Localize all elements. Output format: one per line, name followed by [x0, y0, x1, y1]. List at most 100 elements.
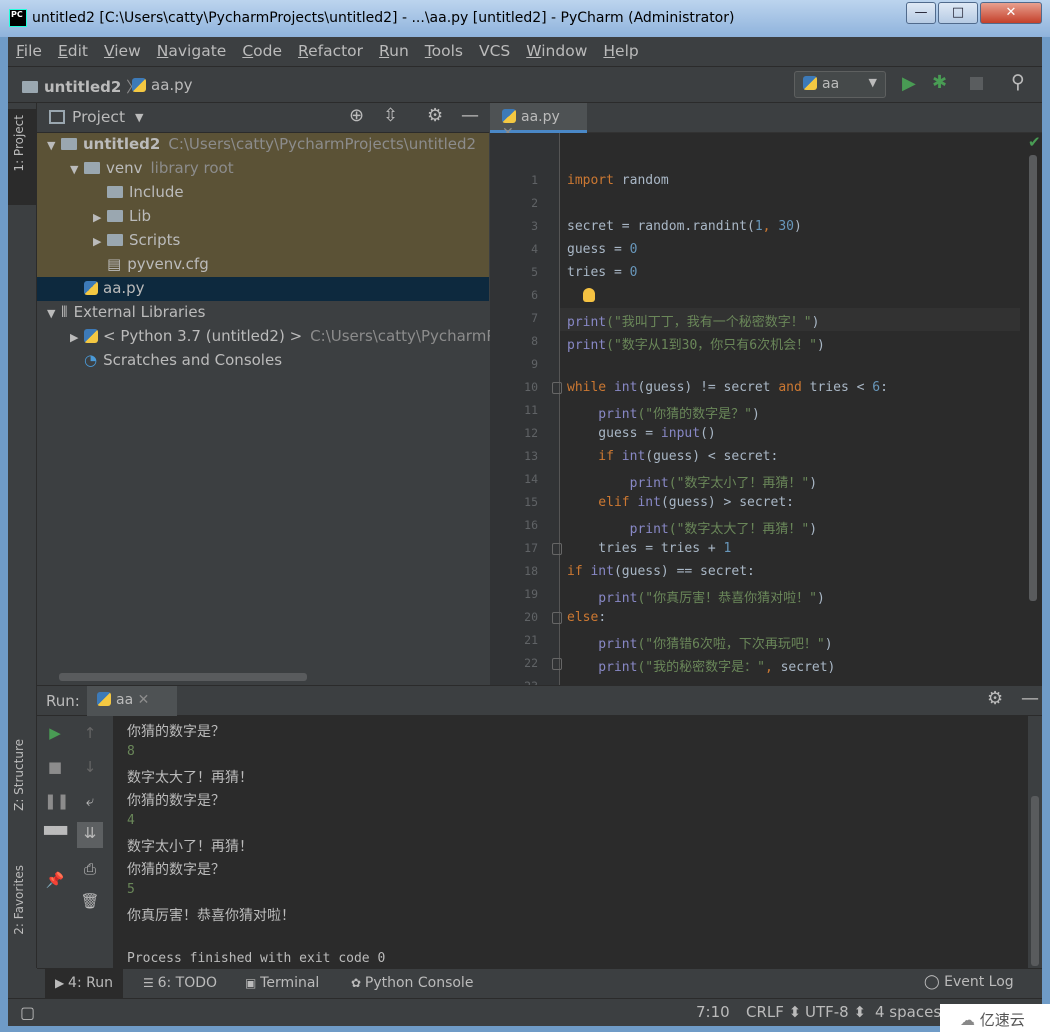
run-tab-aa[interactable]: aa ✕ — [87, 686, 177, 716]
code-area[interactable]: import random secret = random.randint(1, … — [490, 103, 1042, 685]
gear-icon[interactable]: ⚙ — [987, 688, 1003, 709]
scroll-to-end-icon[interactable]: ⇊ — [77, 822, 103, 848]
code-line[interactable]: print("数字从1到30，你只有6次机会！") — [567, 334, 825, 353]
menu-edit[interactable]: Edit — [50, 37, 96, 65]
maximize-button[interactable]: □ — [938, 2, 978, 24]
code-line[interactable]: guess = 0 — [567, 242, 637, 257]
file-encoding[interactable]: UTF-8 ⬍ — [805, 1003, 866, 1021]
tab-run[interactable]: ▶ 4: Run — [45, 969, 123, 999]
menu-run[interactable]: Run — [371, 37, 417, 65]
run-configuration-dropdown[interactable]: aa ▼ — [794, 71, 886, 98]
code-line[interactable]: elif int(guess) > secret: — [567, 495, 794, 510]
tree-item[interactable]: ▶ Lib — [37, 205, 489, 229]
hide-panel-icon[interactable]: — — [1021, 688, 1039, 709]
code-line[interactable]: print("数字太小了！再猜！") — [567, 472, 817, 491]
stop-icon[interactable]: ■ — [44, 758, 66, 780]
minimize-button[interactable]: — — [906, 2, 936, 24]
expand-right-icon[interactable]: ▶ — [93, 211, 107, 224]
code-line[interactable]: if int(guess) < secret: — [567, 449, 778, 464]
tab-terminal[interactable]: ▣ Terminal — [235, 969, 329, 999]
run-console-output[interactable]: 你猜的数字是？ 8 数字太大了！再猜！ 你猜的数字是？ 4 数字太小了！再猜！ 你猜的数字是… — [113, 716, 1028, 969]
expand-down-icon[interactable]: ▼ — [47, 139, 61, 152]
fold-marker-icon[interactable] — [552, 658, 562, 670]
collapse-all-icon[interactable]: ⇳ — [383, 105, 398, 126]
code-line[interactable]: secret = random.randint(1, 30) — [567, 219, 802, 234]
tree-item[interactable]: ▼ ⦀ External Libraries — [37, 301, 489, 325]
horizontal-scrollbar[interactable] — [59, 673, 307, 681]
code-line[interactable]: print("我的秘密数字是：", secret) — [567, 656, 835, 675]
toggle-tool-windows-icon[interactable]: ▢ — [20, 1003, 35, 1022]
code-line[interactable]: print("我叫丁丁，我有一个秘密数字！") — [567, 311, 819, 330]
tree-item[interactable]: ◔ Scratches and Consoles — [37, 349, 489, 373]
line-separator[interactable]: CRLF ⬍ — [746, 1003, 801, 1021]
tab-project[interactable]: 1: Project — [12, 115, 26, 172]
tab-favorites[interactable]: 2: Favorites — [12, 865, 26, 935]
menu-file[interactable]: File — [8, 37, 50, 65]
close-button[interactable]: ✕ — [980, 2, 1042, 24]
menu-mnemonic: N — [156, 42, 169, 60]
code-line[interactable]: print("你猜错6次啦，下次再玩吧！") — [567, 633, 832, 652]
tree-item[interactable]: aa.py — [37, 277, 489, 301]
code-line[interactable]: guess = input() — [567, 426, 715, 441]
tab-python-console[interactable]: ✿ Python Console — [341, 969, 483, 999]
menu-code[interactable]: Code — [234, 37, 290, 65]
fold-marker-icon[interactable] — [552, 382, 562, 394]
close-tab-icon[interactable]: ✕ — [138, 692, 150, 708]
menu-navigate[interactable]: Navigate — [149, 37, 235, 65]
tree-item[interactable]: ▤ pyvenv.cfg — [37, 253, 489, 277]
breadcrumb-project[interactable]: untitled2 〉 — [22, 76, 141, 97]
gear-icon[interactable]: ⚙ — [427, 105, 443, 126]
menu-refactor[interactable]: Refactor — [290, 37, 371, 65]
debug-bug-icon[interactable]: ✱ — [932, 72, 947, 93]
tree-item[interactable]: ▼ untitled2 C:\Users\catty\PycharmProjects… — [37, 133, 489, 157]
menu-view[interactable]: View — [96, 37, 149, 65]
code-line[interactable]: print("你猜的数字是？") — [567, 403, 759, 422]
fold-marker-icon[interactable] — [552, 543, 562, 555]
expand-down-icon[interactable]: ▼ — [47, 307, 61, 320]
rerun-icon[interactable]: ▶ — [44, 724, 66, 746]
breadcrumb-file[interactable]: aa.py — [132, 76, 193, 94]
soft-wrap-icon[interactable]: ⤶ — [79, 792, 101, 814]
run-icon[interactable]: ▶ — [902, 73, 916, 94]
down-arrow-icon[interactable]: ↓ — [79, 758, 101, 780]
menu-vcs[interactable]: VCS — [471, 37, 518, 65]
expand-right-icon[interactable]: ▶ — [93, 235, 107, 248]
code-line[interactable]: tries = tries + 1 — [567, 541, 731, 556]
console-scrollbar[interactable] — [1031, 796, 1039, 966]
code-line[interactable]: print("你真厉害！恭喜你猜对啦！") — [567, 587, 824, 606]
chevron-down-icon[interactable]: ▼ — [135, 111, 143, 124]
trash-icon[interactable]: 🗑 — [79, 892, 101, 914]
caret-position[interactable]: 7:10 — [696, 1003, 730, 1021]
tree-item[interactable]: ▶ Scripts — [37, 229, 489, 253]
up-arrow-icon[interactable]: ↑ — [79, 724, 101, 746]
lightbulb-icon[interactable] — [583, 288, 595, 302]
tree-item[interactable]: ▶ < Python 3.7 (untitled2) > C:\Users\catt… — [37, 325, 501, 349]
menu-help[interactable]: Help — [595, 37, 646, 65]
stop-icon[interactable] — [970, 77, 983, 90]
expand-right-icon[interactable]: ▶ — [70, 331, 84, 344]
code-line[interactable]: print("数字太大了！再猜！") — [567, 518, 817, 537]
menu-window[interactable]: Window — [518, 37, 595, 65]
project-panel-title[interactable]: Project — [72, 108, 125, 126]
tab-todo[interactable]: ☰ 6: TODO — [133, 969, 227, 999]
tree-item[interactable]: Include — [37, 181, 489, 205]
code-line[interactable]: while int(guess) != secret and tries < 6… — [567, 380, 888, 395]
code-line[interactable]: import random — [567, 173, 669, 188]
event-log-button[interactable]: ◯ Event Log — [914, 968, 1024, 998]
tab-structure[interactable]: Z: Structure — [12, 739, 26, 811]
print-icon[interactable]: ⎙ — [79, 860, 101, 882]
tree-item[interactable]: ▼ venv library root — [37, 157, 489, 181]
layout-icon[interactable]: ▀▀ — [44, 826, 67, 848]
pause-icon[interactable]: ❚❚ — [44, 792, 69, 814]
search-icon[interactable]: ⚲ — [1011, 71, 1025, 93]
expand-down-icon[interactable]: ▼ — [70, 163, 84, 176]
pin-icon[interactable]: 📌 — [44, 871, 66, 893]
code-line[interactable]: tries = 0 — [567, 265, 637, 280]
menu-tools[interactable]: Tools — [417, 37, 471, 65]
locate-target-icon[interactable]: ⊕ — [349, 105, 364, 126]
code-line[interactable]: if int(guess) == secret: — [567, 564, 755, 579]
hide-panel-icon[interactable]: — — [461, 105, 479, 126]
fold-marker-icon[interactable] — [552, 612, 562, 624]
code-line[interactable]: else: — [567, 610, 606, 625]
editor-scrollbar[interactable] — [1029, 155, 1037, 601]
